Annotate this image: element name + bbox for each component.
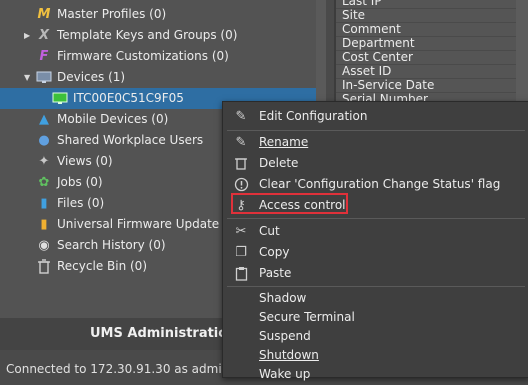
cut-icon: ✂ [235, 224, 247, 239]
menu-item-suspend[interactable]: Suspend [223, 326, 528, 347]
mobile-devices-icon: ▲ [39, 112, 49, 127]
copy-icon: ❐ [235, 245, 247, 260]
menu-item-cut[interactable]: ✂ Cut [223, 221, 528, 242]
menu-item-copy[interactable]: ❐ Copy [223, 242, 528, 263]
files-icon: ▮ [40, 196, 48, 211]
menu-separator [227, 130, 525, 131]
menu-item-paste[interactable]: Paste [223, 263, 528, 284]
clear-flag-icon [233, 177, 249, 192]
property-row: Site [336, 8, 528, 23]
views-icon: ✦ [38, 154, 50, 169]
property-row: Department [336, 36, 528, 51]
shared-workplace-users-icon: ● [38, 133, 50, 148]
panel-title: UMS Administration [90, 326, 237, 341]
highlight-box [231, 193, 348, 214]
menu-separator [227, 286, 525, 287]
expand-arrow-icon[interactable]: ▶ [24, 25, 30, 46]
device-monitor-icon [52, 91, 68, 106]
menu-item-secure-terminal[interactable]: Secure Terminal [223, 307, 528, 328]
property-row: In-Service Date [336, 78, 528, 93]
menu-item-shadow[interactable]: Shadow [223, 288, 528, 309]
connection-status: Connected to 172.30.91.30 as admin [6, 362, 230, 376]
property-row: Cost Center [336, 50, 528, 65]
menu-item-clear-flag[interactable]: Clear 'Configuration Change Status' flag [223, 174, 528, 195]
firmware-customizations-icon: F [39, 49, 49, 64]
menu-item-delete[interactable]: Delete [223, 153, 528, 174]
menu-item-shutdown[interactable]: Shutdown [223, 345, 528, 366]
collapse-arrow-icon[interactable]: ▼ [24, 67, 30, 88]
delete-icon [233, 156, 249, 171]
template-keys-icon: X [38, 28, 50, 43]
rename-icon: ✎ [235, 135, 247, 150]
devices-icon [36, 70, 52, 85]
property-row: Asset ID [336, 64, 528, 79]
property-row: Comment [336, 22, 528, 37]
menu-item-edit-configuration[interactable]: ✎ Edit Configuration [223, 106, 528, 127]
master-profiles-icon: M [37, 7, 51, 22]
edit-configuration-icon: ✎ [235, 109, 247, 124]
recycle-bin-icon [36, 259, 52, 274]
menu-item-wake-up[interactable]: Wake up [223, 364, 528, 385]
search-history-icon: ◉ [38, 238, 50, 253]
universal-firmware-update-icon: ▮ [40, 217, 48, 232]
menu-item-rename[interactable]: ✎ Rename [223, 132, 528, 153]
menu-separator [227, 218, 525, 219]
context-menu: ✎ Edit Configuration ✎ Rename Delete Cle… [222, 101, 528, 381]
paste-icon [233, 266, 249, 281]
jobs-icon: ✿ [38, 175, 50, 190]
